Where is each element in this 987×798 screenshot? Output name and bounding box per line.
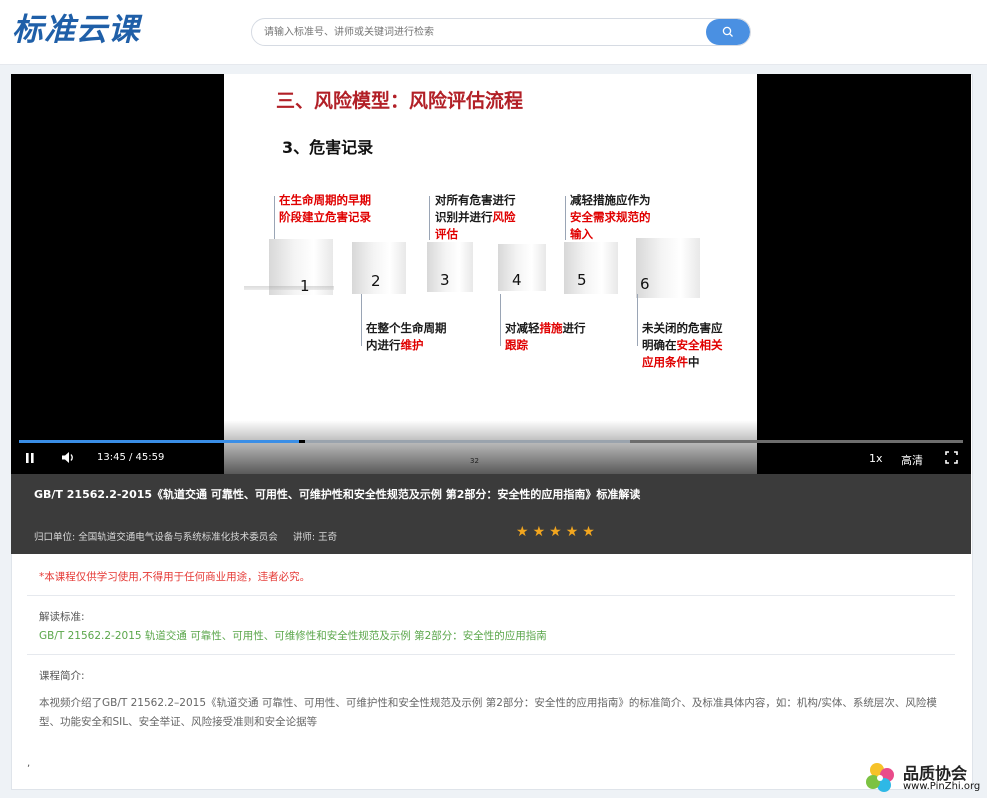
- note-text: 中: [688, 355, 700, 369]
- search-button[interactable]: [706, 19, 750, 45]
- star-icon[interactable]: ★: [533, 524, 550, 540]
- note-text: 内进行: [366, 338, 401, 352]
- star-icon[interactable]: ★: [516, 524, 533, 540]
- note-text: 评估: [435, 227, 458, 241]
- pause-icon: [26, 453, 34, 463]
- step-box-5: [564, 242, 618, 294]
- search-bar: [251, 18, 751, 46]
- step-box-4: [498, 244, 546, 291]
- slide-frame: 三、风险模型：风险评估流程 3、危害记录 在生命周期的早期 阶段建立危害记录 对…: [224, 74, 757, 474]
- progress-handle[interactable]: [299, 440, 306, 443]
- note-text: 早期: [348, 193, 371, 207]
- standard-link[interactable]: GB/T 21562.2-2015 轨道交通 可靠性、可用性、可维修性和安全性规…: [39, 628, 547, 643]
- connector-line: [429, 196, 430, 240]
- stray-text: ,: [27, 758, 31, 769]
- star-icon[interactable]: ★: [566, 524, 583, 540]
- slide-title: 三、风险模型：风险评估流程: [276, 90, 524, 112]
- note-text: 措施: [539, 321, 563, 335]
- note-text: 风险: [492, 210, 516, 224]
- lecturer-name: 王奇: [318, 532, 338, 543]
- star-icon[interactable]: ★: [582, 524, 599, 540]
- note-text: 未关闭的危害应: [642, 321, 723, 335]
- step-box-3: [427, 242, 473, 292]
- note-step-4: 对减轻措施进行 跟踪: [505, 320, 586, 354]
- video-player[interactable]: 三、风险模型：风险评估流程 3、危害记录 在生命周期的早期 阶段建立危害记录 对…: [11, 74, 971, 474]
- note-text: 维护: [400, 338, 424, 352]
- note-step-6: 未关闭的危害应 明确在安全相关 应用条件中: [642, 320, 723, 371]
- copyright-notice: *本课程仅供学习使用,不得用于任何商业用途，违者必究。: [39, 571, 311, 583]
- note-text: 阶段建立危害记录: [279, 210, 371, 224]
- note-text: 应用条件: [642, 355, 688, 369]
- flower-logo-icon: [866, 763, 894, 792]
- quality-button[interactable]: 高清: [901, 452, 923, 468]
- step-number: 1: [300, 277, 310, 295]
- connector-line: [361, 294, 362, 346]
- note-step-1: 在生命周期的早期 阶段建立危害记录: [279, 192, 371, 226]
- note-text: 安全需求规范的: [570, 210, 651, 224]
- connector-line: [274, 196, 275, 240]
- volume-icon: [62, 452, 73, 463]
- course-meta: 归口单位: 全国轨道交通电气设备与系统标准化技术委员会 讲师: 王奇: [34, 529, 337, 543]
- step-number: 3: [440, 271, 450, 289]
- connector-line: [500, 294, 501, 346]
- slide-subtitle: 3、危害记录: [282, 138, 374, 157]
- pause-button[interactable]: [25, 452, 35, 467]
- course-title: GB/T 21562.2-2015《轨道交通 可靠性、可用性、可维护性和安全性规…: [34, 488, 641, 501]
- note-text: 对所有危害进行: [435, 193, 516, 207]
- box-shadow: [244, 286, 334, 290]
- step-number: 4: [512, 271, 522, 289]
- connector-line: [565, 196, 566, 240]
- note-text: 对减轻: [505, 321, 540, 335]
- fullscreen-button[interactable]: [945, 451, 958, 467]
- note-text: 输入: [570, 227, 593, 241]
- progress-played: [19, 440, 300, 443]
- rating-stars[interactable]: ★★★★★: [516, 524, 599, 540]
- note-step-5: 减轻措施应作为 安全需求规范的 输入: [570, 192, 651, 243]
- speed-button[interactable]: 1x: [869, 452, 883, 465]
- progress-bar[interactable]: [19, 440, 963, 443]
- step-number: 5: [577, 271, 587, 289]
- step-number: 6: [640, 275, 650, 293]
- lecturer-label: 讲师:: [292, 532, 316, 543]
- site-header: 标准云课: [0, 0, 987, 65]
- connector-line: [637, 294, 638, 346]
- note-text: 在整个生命周期: [366, 321, 447, 335]
- intro-label: 课程简介:: [39, 670, 85, 682]
- site-logo[interactable]: 标准云课: [12, 10, 140, 50]
- search-input[interactable]: [264, 19, 704, 45]
- intro-text: 本视频介绍了GB/T 21562.2–2015《轨道交通 可靠性、可用性、可维护…: [39, 697, 937, 728]
- volume-button[interactable]: [61, 451, 76, 467]
- note-text: 明确在: [642, 338, 677, 352]
- note-step-3: 对所有危害进行 识别并进行风险 评估: [435, 192, 516, 243]
- fullscreen-icon: [945, 451, 958, 464]
- watermark: 品质协会 www.PinZhi.org: [863, 758, 987, 798]
- time-display: 13:45 / 45:59: [97, 452, 165, 463]
- star-icon[interactable]: ★: [549, 524, 566, 540]
- controls-overlay: [11, 420, 971, 474]
- note-step-2: 在整个生命周期 内进行维护: [366, 320, 447, 354]
- standard-label: 解读标准:: [39, 611, 85, 623]
- course-info-bar: GB/T 21562.2-2015《轨道交通 可靠性、可用性、可维护性和安全性规…: [11, 474, 971, 554]
- divider: [27, 595, 955, 596]
- org-name: 全国轨道交通电气设备与系统标准化技术委员会: [78, 532, 278, 543]
- note-text: 在生命周期的: [279, 193, 348, 207]
- note-text: 减轻措施应作为: [570, 193, 651, 207]
- note-text: 进行: [562, 321, 586, 335]
- note-text: 安全相关: [676, 338, 723, 352]
- watermark-en: www.PinZhi.org: [903, 781, 981, 792]
- search-icon: [722, 26, 733, 37]
- divider: [27, 654, 955, 655]
- note-text: 识别并进行: [435, 210, 493, 224]
- org-label: 归口单位:: [34, 532, 76, 543]
- step-number: 2: [371, 272, 381, 290]
- note-text: 跟踪: [505, 338, 528, 352]
